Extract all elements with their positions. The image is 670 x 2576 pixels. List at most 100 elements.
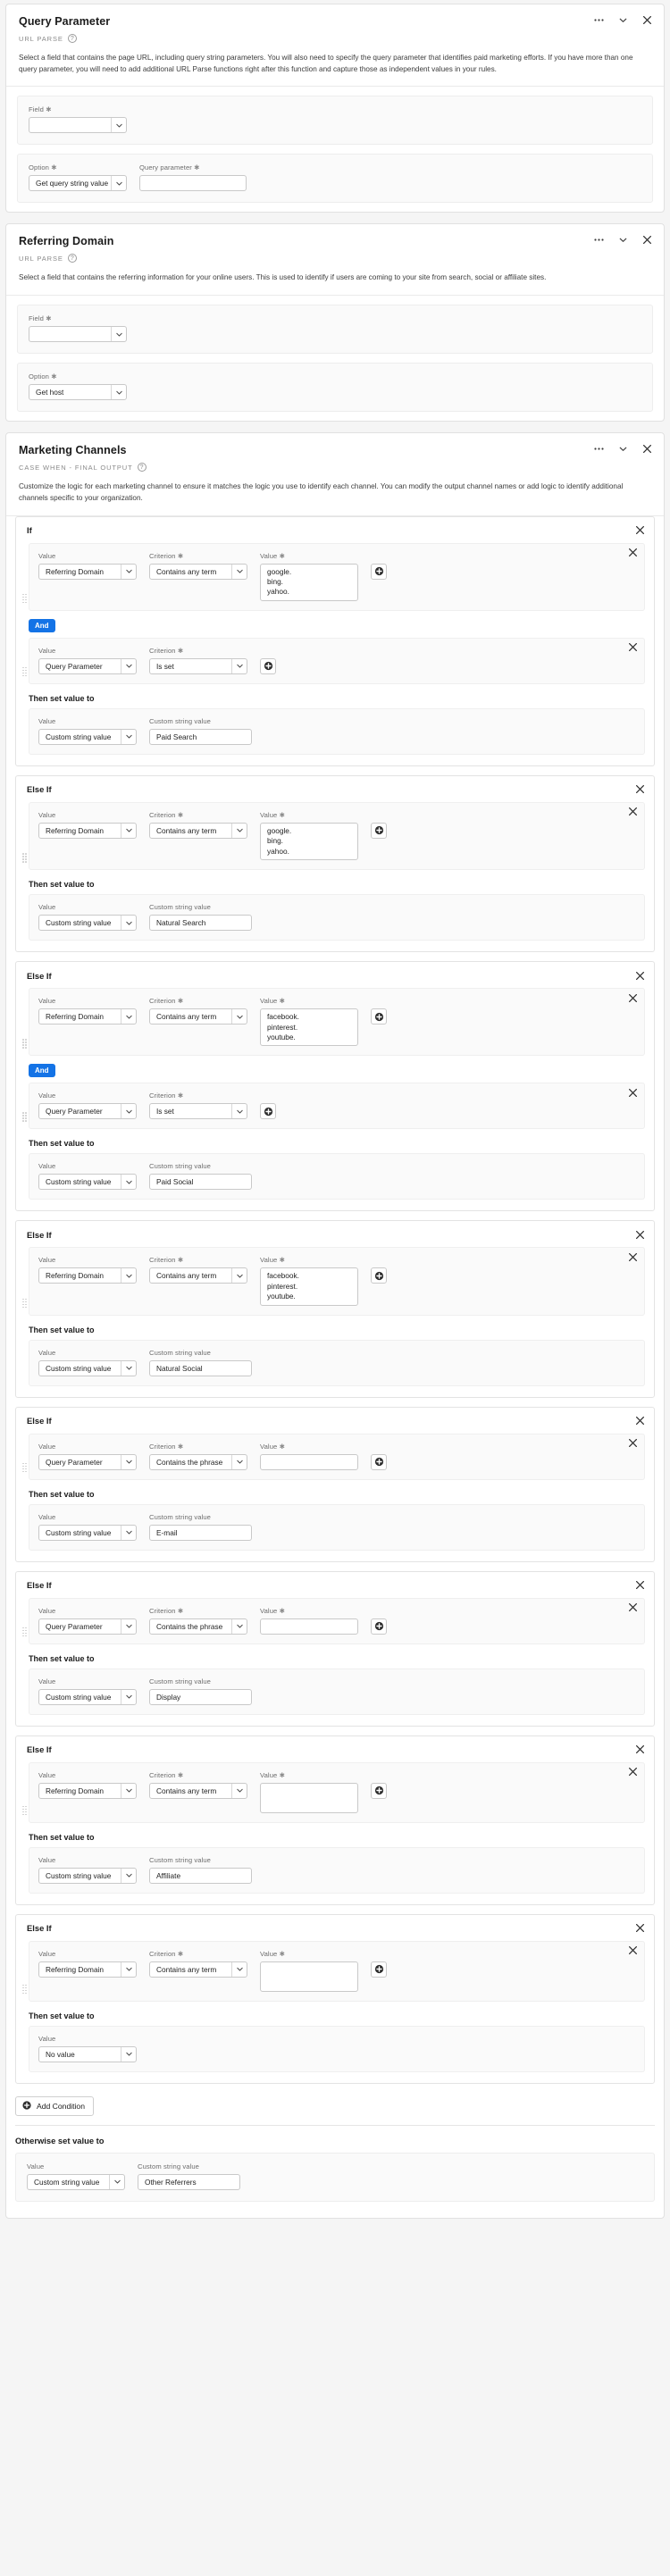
- then-custom-input[interactable]: Natural Search: [149, 915, 252, 932]
- source-value-select[interactable]: Query Parameter: [38, 1453, 137, 1470]
- criterion-select[interactable]: Contains any term: [149, 1008, 247, 1025]
- then-custom-input[interactable]: Paid Social: [149, 1174, 252, 1191]
- then-value-select[interactable]: Custom string value: [38, 728, 137, 745]
- then-custom-input[interactable]: Display: [149, 1688, 252, 1705]
- drag-handle[interactable]: [22, 1462, 27, 1473]
- add-criterion-button[interactable]: [371, 1008, 387, 1025]
- otherwise-custom-input[interactable]: Other Referrers: [138, 2173, 240, 2190]
- remove-condition-icon[interactable]: [634, 1580, 645, 1591]
- and-connector-button[interactable]: And: [29, 1064, 55, 1078]
- add-condition-button[interactable]: Add Condition: [15, 2095, 94, 2116]
- then-value-select[interactable]: Custom string value: [38, 1867, 137, 1884]
- add-criterion-button[interactable]: [371, 1961, 387, 1978]
- drag-handle[interactable]: [22, 666, 27, 677]
- match-value-textarea[interactable]: [260, 1961, 358, 1992]
- remove-condition-icon[interactable]: [634, 1744, 645, 1755]
- remove-criterion-icon[interactable]: [627, 1767, 638, 1777]
- source-value-select[interactable]: Referring Domain: [38, 1267, 137, 1284]
- remove-criterion-icon[interactable]: [627, 548, 638, 558]
- source-value-select[interactable]: Referring Domain: [38, 1008, 137, 1025]
- otherwise-value-select[interactable]: Custom string value: [27, 2173, 125, 2190]
- match-value-input[interactable]: [260, 1618, 358, 1635]
- criterion-select[interactable]: Contains any term: [149, 1961, 247, 1978]
- remove-criterion-icon[interactable]: [627, 1602, 638, 1613]
- then-custom-input[interactable]: E-mail: [149, 1524, 252, 1541]
- ellipsis-icon[interactable]: [593, 234, 605, 246]
- source-value-select[interactable]: Referring Domain: [38, 822, 137, 839]
- remove-criterion-icon[interactable]: [627, 807, 638, 817]
- option-select[interactable]: Get query string value: [29, 175, 127, 192]
- drag-handle[interactable]: [22, 853, 27, 863]
- then-value-select[interactable]: Custom string value: [38, 1688, 137, 1705]
- add-criterion-button[interactable]: [260, 1103, 276, 1120]
- remove-condition-icon[interactable]: [634, 1229, 645, 1240]
- add-criterion-button[interactable]: [260, 657, 276, 674]
- field-select[interactable]: [29, 117, 127, 134]
- source-value-select[interactable]: Query Parameter: [38, 1618, 137, 1635]
- drag-handle[interactable]: [22, 1627, 27, 1637]
- remove-condition-icon[interactable]: [634, 1416, 645, 1426]
- criterion-select[interactable]: Contains any term: [149, 1782, 247, 1799]
- add-criterion-button[interactable]: [371, 563, 387, 580]
- then-custom-input[interactable]: Paid Search: [149, 728, 252, 745]
- drag-handle[interactable]: [22, 1984, 27, 1995]
- remove-condition-icon[interactable]: [634, 970, 645, 981]
- close-icon[interactable]: [641, 14, 653, 26]
- drag-handle[interactable]: [22, 593, 27, 604]
- close-icon[interactable]: [641, 234, 653, 246]
- option-select[interactable]: Get host: [29, 384, 127, 401]
- criterion-select[interactable]: Is set: [149, 1103, 247, 1120]
- help-icon[interactable]: ?: [137, 463, 147, 473]
- help-icon[interactable]: ?: [67, 254, 77, 263]
- then-value-select[interactable]: Custom string value: [38, 1174, 137, 1191]
- query-parameter-input[interactable]: [139, 175, 247, 192]
- match-value-textarea[interactable]: google. bing. yahoo.: [260, 563, 358, 601]
- criterion-select[interactable]: Contains any term: [149, 822, 247, 839]
- match-value-textarea[interactable]: facebook. pinterest. youtube.: [260, 1008, 358, 1047]
- and-connector-button[interactable]: And: [29, 618, 55, 632]
- then-value-select[interactable]: No value: [38, 2045, 137, 2062]
- add-criterion-button[interactable]: [371, 1453, 387, 1470]
- add-criterion-button[interactable]: [371, 1267, 387, 1284]
- ellipsis-icon[interactable]: [593, 443, 605, 455]
- drag-handle[interactable]: [22, 1039, 27, 1049]
- help-icon[interactable]: ?: [67, 34, 77, 43]
- then-value-select[interactable]: Custom string value: [38, 1359, 137, 1376]
- criterion-select[interactable]: Contains any term: [149, 1267, 247, 1284]
- match-value-input[interactable]: [260, 1453, 358, 1470]
- remove-criterion-icon[interactable]: [627, 1087, 638, 1098]
- add-criterion-button[interactable]: [371, 822, 387, 839]
- source-value-select[interactable]: Referring Domain: [38, 1782, 137, 1799]
- remove-criterion-icon[interactable]: [627, 992, 638, 1003]
- criterion-select[interactable]: Contains the phrase: [149, 1618, 247, 1635]
- add-criterion-button[interactable]: [371, 1782, 387, 1799]
- close-icon[interactable]: [641, 443, 653, 455]
- remove-criterion-icon[interactable]: [627, 1438, 638, 1449]
- criterion-select[interactable]: Is set: [149, 657, 247, 674]
- chevron-down-icon[interactable]: [617, 443, 629, 455]
- then-custom-input[interactable]: Affiliate: [149, 1867, 252, 1884]
- drag-handle[interactable]: [22, 1805, 27, 1816]
- match-value-textarea[interactable]: facebook. pinterest. youtube.: [260, 1267, 358, 1306]
- add-criterion-button[interactable]: [371, 1618, 387, 1635]
- source-value-select[interactable]: Query Parameter: [38, 657, 137, 674]
- then-value-select[interactable]: Custom string value: [38, 1524, 137, 1541]
- remove-condition-icon[interactable]: [634, 1923, 645, 1934]
- source-value-select[interactable]: Referring Domain: [38, 563, 137, 580]
- criterion-select[interactable]: Contains any term: [149, 563, 247, 580]
- remove-criterion-icon[interactable]: [627, 1251, 638, 1262]
- remove-condition-icon[interactable]: [634, 784, 645, 795]
- drag-handle[interactable]: [22, 1112, 27, 1122]
- field-select[interactable]: [29, 326, 127, 343]
- chevron-down-icon[interactable]: [617, 234, 629, 246]
- remove-condition-icon[interactable]: [634, 525, 645, 536]
- ellipsis-icon[interactable]: [593, 14, 605, 26]
- then-custom-input[interactable]: Natural Social: [149, 1359, 252, 1376]
- remove-criterion-icon[interactable]: [627, 1945, 638, 1956]
- source-value-select[interactable]: Query Parameter: [38, 1103, 137, 1120]
- then-value-select[interactable]: Custom string value: [38, 915, 137, 932]
- drag-handle[interactable]: [22, 1298, 27, 1309]
- remove-criterion-icon[interactable]: [627, 642, 638, 653]
- chevron-down-icon[interactable]: [617, 14, 629, 26]
- source-value-select[interactable]: Referring Domain: [38, 1961, 137, 1978]
